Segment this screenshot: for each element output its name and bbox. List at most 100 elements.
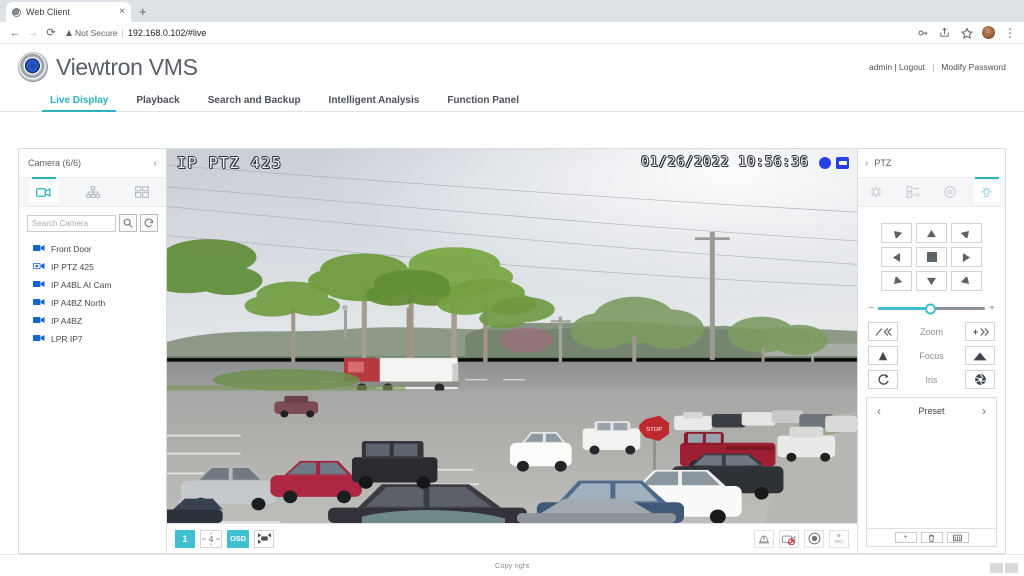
key-icon[interactable] [916, 26, 929, 39]
arrow-left-icon [892, 252, 901, 262]
tree-icon [85, 186, 100, 198]
arrow-up-left-icon [893, 230, 902, 238]
list-item[interactable]: IP A4BZ North [19, 294, 166, 312]
ptz-cruise-tab[interactable] [863, 181, 889, 203]
zoom-in-button[interactable] [965, 322, 995, 341]
tab-playback[interactable]: Playback [122, 90, 193, 111]
ptz-panel: › PTZ − + Zoom Focus Iris ‹ Preset › + [857, 149, 1005, 553]
preset-next-button[interactable]: › [982, 404, 986, 418]
add-preset-button[interactable]: + [894, 532, 917, 543]
not-secure-indicator[interactable]: Not Secure [66, 28, 118, 38]
edit-preset-button[interactable] [946, 532, 969, 543]
preset-prev-button[interactable]: ‹ [877, 404, 881, 418]
reload-button[interactable]: ⟳ [42, 24, 60, 42]
list-item-label: IP A4BZ North [51, 298, 106, 308]
zoom-out-button[interactable] [868, 322, 898, 341]
list-item[interactable]: LPR IP7 [19, 330, 166, 348]
tab-intelligent-analysis[interactable]: Intelligent Analysis [315, 90, 434, 111]
layout-1-button[interactable]: 1 [175, 529, 195, 548]
snapshot-disabled-button[interactable] [779, 529, 799, 548]
slider-track[interactable] [877, 303, 986, 314]
list-item[interactable]: IP PTZ 425 [19, 258, 166, 276]
rec-status-button[interactable]: REC [829, 529, 849, 548]
stop-button[interactable] [916, 247, 947, 267]
kebab-menu-icon[interactable]: ⋮ [1004, 27, 1016, 39]
profile-avatar[interactable] [982, 26, 995, 39]
close-icon[interactable]: × [119, 7, 125, 17]
back-button[interactable]: ← [6, 24, 24, 42]
live-video-pane[interactable]: STOP IP PTZ 425 01/26/2022 10:56:36 [167, 149, 857, 523]
browser-tab[interactable]: Web Client × [6, 2, 131, 22]
omnibox-separator: | [121, 27, 124, 38]
list-item-label: IP PTZ 425 [51, 262, 94, 272]
resize-box-left[interactable] [990, 563, 1003, 573]
address-bar[interactable]: Not Secure | 192.168.0.102/#live [66, 25, 910, 41]
osd-toggle-button[interactable]: OSD [227, 529, 249, 548]
ptz-autoscan-tab[interactable] [937, 181, 963, 203]
video-column: STOP IP PTZ 425 01/26/2022 10:56:36 1 4 … [167, 149, 857, 553]
ptz-speed-slider[interactable]: − + [868, 303, 995, 314]
refresh-button[interactable] [140, 214, 158, 232]
workspace: Camera (6/6) ‹ Search Camera Front Door … [18, 148, 1006, 554]
pan-up-button[interactable] [916, 223, 947, 243]
arrow-up-icon [927, 229, 936, 237]
iris-close-button[interactable] [868, 370, 898, 389]
not-secure-label: Not Secure [75, 27, 118, 38]
arrow-down-left-icon [893, 276, 902, 284]
slider-fill [877, 307, 930, 310]
delete-preset-button[interactable] [920, 532, 943, 543]
search-icon [123, 218, 133, 228]
layout-4-button[interactable]: 4 [200, 529, 222, 548]
pan-left-button[interactable] [881, 247, 912, 267]
modify-password-link[interactable]: Modify Password [941, 62, 1006, 72]
fullscreen-button[interactable] [254, 529, 274, 548]
iris-open-button[interactable] [965, 370, 995, 389]
list-item[interactable]: Front Door [19, 240, 166, 258]
camera-icon [36, 187, 51, 197]
ptz-track-tab[interactable] [900, 181, 926, 203]
sidebar-item-layout[interactable] [127, 181, 157, 203]
focus-near-button[interactable] [868, 346, 898, 365]
pan-down-right-button[interactable] [951, 271, 982, 291]
star-icon[interactable] [960, 26, 973, 39]
record-button[interactable] [804, 529, 824, 548]
list-item[interactable]: IP A4BZ [19, 312, 166, 330]
pan-right-button[interactable] [951, 247, 982, 267]
pan-up-right-button[interactable] [951, 223, 982, 243]
vms-application: Viewtron VMS admin | Logout | Modify Pas… [0, 44, 1024, 576]
slider-knob[interactable] [925, 303, 937, 314]
preset-list[interactable] [867, 422, 996, 528]
list-item[interactable]: IP A4BL AI Cam [19, 276, 166, 294]
alarm-button[interactable] [754, 529, 774, 548]
video-action-controls: REC [754, 529, 849, 548]
pan-up-left-button[interactable] [881, 223, 912, 243]
user-logout-link[interactable]: admin | Logout [869, 62, 925, 72]
record-circle-icon [808, 532, 820, 545]
app-header: Viewtron VMS admin | Logout | Modify Pas… [0, 44, 1024, 90]
chevron-left-icon[interactable]: ‹ [154, 158, 157, 169]
focus-far-button[interactable] [965, 346, 995, 365]
resize-box-right[interactable] [1005, 563, 1018, 573]
rec-icon: REC [834, 533, 844, 544]
tab-live-display[interactable]: Live Display [36, 90, 122, 112]
tab-function-panel[interactable]: Function Panel [433, 90, 533, 111]
chevron-right-icon[interactable]: › [865, 158, 868, 169]
ptz-control-tab[interactable] [973, 177, 1000, 203]
sidebar-item-group-tree[interactable] [78, 181, 108, 203]
sidebar-tab-bar [19, 177, 166, 207]
forward-button[interactable]: → [24, 24, 42, 42]
focus-label: Focus [919, 350, 944, 361]
search-input[interactable] [27, 214, 116, 232]
stream-badge-icon [836, 157, 849, 169]
ptz-optics-controls: Zoom Focus Iris [858, 320, 1005, 389]
tab-search-and-backup[interactable]: Search and Backup [194, 90, 315, 111]
resize-widget[interactable] [990, 563, 1018, 573]
new-tab-button[interactable]: + [139, 4, 147, 19]
pan-down-button[interactable] [916, 271, 947, 291]
share-icon[interactable] [938, 26, 951, 39]
search-button[interactable] [119, 214, 137, 232]
arrow-down-right-icon [961, 276, 970, 284]
sidebar-item-camera-list[interactable] [28, 177, 59, 203]
camera-icon [33, 334, 45, 344]
pan-down-left-button[interactable] [881, 271, 912, 291]
